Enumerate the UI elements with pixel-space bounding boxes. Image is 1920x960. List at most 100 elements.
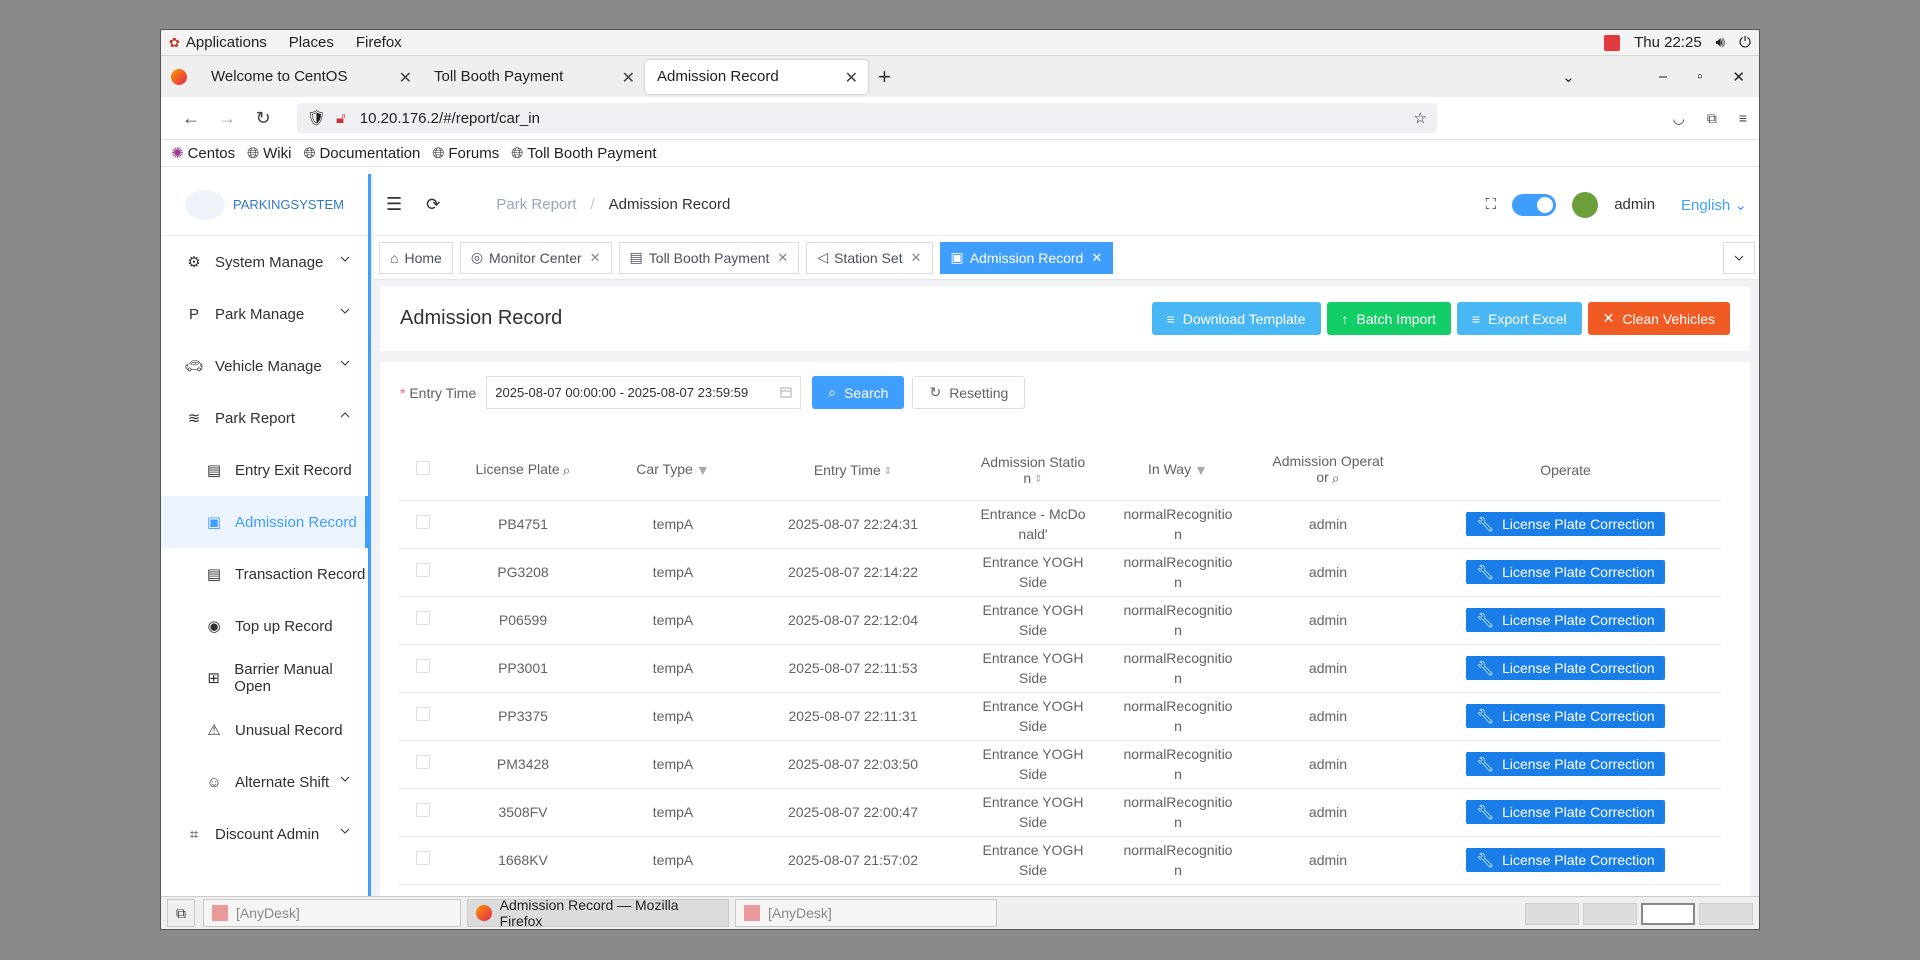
batch-import-button[interactable]: ↑ Batch Import [1326,302,1451,335]
avatar[interactable] [1572,191,1599,218]
license-plate-correction-button[interactable]: 🔧︎ License Plate Correction [1466,800,1665,824]
menu-barrier-manual-open[interactable]: ⊞ Barrier Manual Open [161,652,368,704]
row-checkbox[interactable] [416,707,430,721]
bookmark-star-icon[interactable]: ☆ [1414,109,1427,127]
filter-icon[interactable]: ▼ [1194,462,1208,478]
reset-button[interactable]: ↻ Resetting [912,376,1026,409]
sort-icon[interactable]: ⇕ [884,466,892,477]
reload-icon[interactable]: ↻ [245,108,281,129]
menu-icon[interactable]: ≡ [1739,110,1747,127]
tag-station-set[interactable]: ◁ Station Set ✕ [806,241,933,274]
close-tag-icon[interactable]: ✕ [590,250,601,266]
sort-icon[interactable]: ⇕ [1034,474,1042,485]
search-icon[interactable]: ⌕ [563,462,571,479]
row-checkbox[interactable] [416,563,430,577]
browser-tab-admission[interactable]: Admission Record ✕ [645,59,868,94]
theme-toggle[interactable] [1512,193,1557,216]
license-plate-correction-button[interactable]: 🔧︎ License Plate Correction [1466,848,1665,872]
menu-transaction-record[interactable]: ▤ Transaction Record [161,548,368,600]
list-tabs-icon[interactable]: ⌄ [1562,68,1575,86]
menu-entry-exit-record[interactable]: ▤ Entry Exit Record [161,444,368,496]
menu-park-report[interactable]: ≋ Park Report [161,392,368,444]
bookmark-wiki[interactable]: 🌐︎ Wiki [247,145,291,162]
close-tab-icon[interactable]: ✕ [622,68,635,88]
clock[interactable]: Thu 22:25 [1634,34,1702,51]
close-window-icon[interactable]: ✕ [1732,68,1745,86]
taskbar-item-anydesk-2[interactable]: [AnyDesk] [735,899,997,927]
license-plate-correction-button[interactable]: 🔧︎ License Plate Correction [1466,704,1665,728]
bookmark-toll-booth[interactable]: 🌐︎ Toll Booth Payment [511,145,656,162]
menu-unusual-record[interactable]: ⚠ Unusual Record [161,704,368,756]
tag-home[interactable]: ⌂ Home [379,241,453,274]
taskbar-item-firefox[interactable]: Admission Record — Mozilla Firefox [467,897,729,929]
row-checkbox[interactable] [416,659,430,673]
filter-icon[interactable]: ▼ [696,462,710,478]
row-checkbox[interactable] [416,851,430,865]
url-bar[interactable]: 🛡︎ 🔓︎ 10.20.176.2/#/report/car_in ☆ [297,103,1437,133]
extensions-icon[interactable]: ⧉ [1707,110,1717,127]
menu-discount-admin[interactable]: ⌗ Discount Admin [161,808,368,860]
bookmark-centos[interactable]: ✺ Centos [171,144,235,163]
entry-time-range-picker[interactable]: 2025-08-07 00:00:00 - 2025-08-07 23:59:5… [486,376,802,409]
row-checkbox[interactable] [416,755,430,769]
menu-top-up-record[interactable]: ◉ Top up Record [161,600,368,652]
new-tab-icon[interactable]: + [878,64,891,90]
browser-tab-welcome[interactable]: Welcome to CentOS ✕ [199,60,422,94]
license-plate-correction-button[interactable]: 🔧︎ License Plate Correction [1466,752,1665,776]
license-plate-correction-button[interactable]: 🔧︎ License Plate Correction [1466,608,1665,632]
refresh-icon[interactable]: ⟳ [426,195,440,215]
breadcrumb-parent[interactable]: Park Report [496,196,576,213]
pocket-icon[interactable]: ◡ [1673,110,1685,127]
back-icon[interactable]: ← [173,108,209,129]
search-button[interactable]: ⌕ Search [812,376,905,409]
close-tag-icon[interactable]: ✕ [777,250,788,266]
workspace-4[interactable] [1699,903,1753,925]
search-icon[interactable]: ⌕ [1332,470,1340,487]
menu-alternate-shift[interactable]: ☺ Alternate Shift [161,756,368,808]
tag-monitor-center[interactable]: ◎ Monitor Center ✕ [459,241,612,274]
close-tag-icon[interactable]: ✕ [1091,250,1102,266]
applications-menu[interactable]: ✿ Applications [169,34,267,51]
clean-vehicles-button[interactable]: ✕ Clean Vehicles [1587,302,1730,335]
bookmark-forums[interactable]: 🌐︎ Forums [432,145,499,162]
workspace-1[interactable] [1525,903,1579,925]
close-tab-icon[interactable]: ✕ [845,68,858,88]
menu-vehicle-manage[interactable]: 🚗︎ Vehicle Manage [161,340,368,392]
maximize-icon[interactable]: ▫ [1697,68,1702,85]
anydesk-tray-icon[interactable] [1604,34,1621,51]
forward-icon[interactable]: → [209,108,245,129]
username[interactable]: admin [1614,196,1655,213]
volume-icon[interactable]: 🔊︎ [1716,34,1725,51]
language-select[interactable]: English ⌄ [1681,196,1747,214]
download-template-button[interactable]: ≡ Download Template [1151,302,1321,335]
menu-park-manage[interactable]: P Park Manage [161,288,368,340]
browser-tab-toll[interactable]: Toll Booth Payment ✕ [422,60,645,94]
bookmark-documentation[interactable]: 🌐︎ Documentation [303,145,420,162]
license-plate-correction-button[interactable]: 🔧︎ License Plate Correction [1466,560,1665,584]
show-desktop-icon[interactable]: ⧉ [167,899,195,927]
license-plate-correction-button[interactable]: 🔧︎ License Plate Correction [1466,656,1665,680]
taskbar-item-anydesk-1[interactable]: [AnyDesk] [203,899,461,927]
tag-admission-record[interactable]: ▣ Admission Record ✕ [939,241,1114,274]
row-checkbox[interactable] [416,803,430,817]
workspace-3[interactable] [1641,903,1695,925]
close-tab-icon[interactable]: ✕ [399,68,412,88]
row-checkbox[interactable] [416,515,430,529]
tag-toll-booth[interactable]: ▤ Toll Booth Payment ✕ [618,241,800,274]
license-plate-correction-button[interactable]: 🔧︎ License Plate Correction [1466,512,1665,536]
minimize-icon[interactable]: – [1659,68,1667,85]
places-menu[interactable]: Places [289,34,334,51]
workspace-2[interactable] [1583,903,1637,925]
power-icon[interactable]: ⏻ [1739,34,1751,51]
fullscreen-icon[interactable]: ⛶ [1486,196,1497,213]
close-tag-icon[interactable]: ✕ [911,250,922,266]
firefox-menu[interactable]: Firefox [356,34,402,51]
collapse-menu-icon[interactable]: ☰ [386,194,402,215]
row-checkbox[interactable] [416,611,430,625]
export-excel-button[interactable]: ≡ Export Excel [1456,302,1582,335]
menu-system-manage[interactable]: ⚙ System Manage [161,236,368,288]
tags-more-button[interactable] [1723,242,1755,274]
wrench-icon: 🔧︎ [1476,756,1495,772]
menu-admission-record[interactable]: ▣ Admission Record [161,496,368,548]
select-all-checkbox[interactable] [416,461,430,476]
